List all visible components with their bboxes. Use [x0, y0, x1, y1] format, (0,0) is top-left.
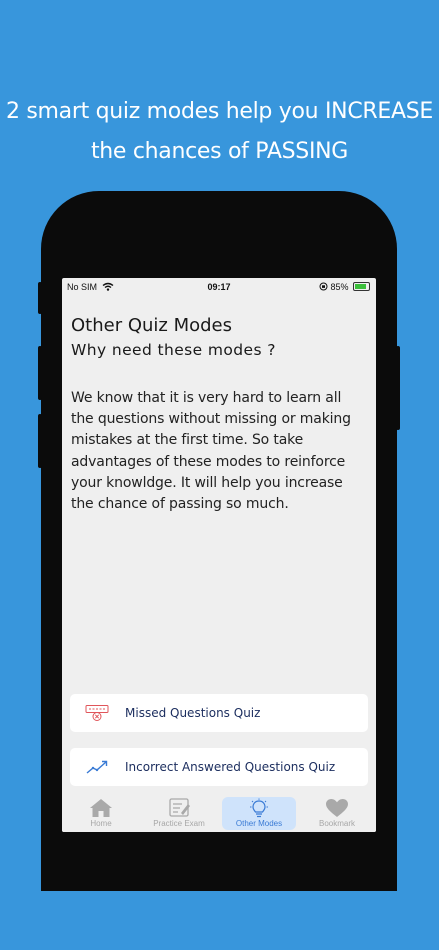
battery-icon: [353, 282, 370, 291]
tab-bookmark[interactable]: Bookmark: [300, 797, 374, 830]
page-description: We know that it is very hard to learn al…: [71, 390, 351, 513]
tab-other-modes[interactable]: Other Modes: [222, 797, 296, 830]
tab-practice-exam[interactable]: Practice Exam: [142, 797, 216, 830]
phone-side-button: [38, 414, 42, 468]
missed-questions-label: Missed Questions Quiz: [125, 706, 261, 720]
incorrect-answered-quiz-button[interactable]: Incorrect Answered Questions Quiz: [70, 748, 368, 786]
promo-line-2: the chances of PASSING: [90, 139, 349, 164]
tab-home-label: Home: [90, 819, 112, 828]
missed-questions-quiz-button[interactable]: Missed Questions Quiz: [70, 694, 368, 732]
promo-line-1: 2 smart quiz modes help you INCREASE: [5, 99, 433, 124]
incorrect-answers-label: Incorrect Answered Questions Quiz: [125, 760, 336, 774]
lightbulb-icon: [250, 798, 268, 818]
app-screen: No SIM 09:17 85% Other Quiz Modes Why ne…: [62, 278, 376, 832]
phone-side-button: [38, 346, 42, 400]
tab-other-modes-label: Other Modes: [235, 819, 283, 828]
battery-group: 85%: [319, 282, 370, 292]
incorrect-answers-icon: [86, 760, 108, 774]
phone-side-button: [38, 282, 42, 314]
status-bar: No SIM 09:17 85%: [62, 278, 376, 296]
practice-exam-icon: [169, 798, 190, 817]
tab-bookmark-label: Bookmark: [318, 819, 355, 828]
missed-questions-icon: [85, 705, 109, 721]
promo-headline: 2 smart quiz modes help you INCREASE the…: [0, 92, 439, 172]
orientation-lock-icon: [319, 282, 328, 291]
tab-practice-exam-label: Practice Exam: [153, 819, 205, 828]
battery-percent: 85%: [330, 282, 349, 292]
page-title: Other Quiz Modes: [71, 315, 232, 336]
heart-icon: [326, 799, 348, 817]
page-subtitle: Why need these modes ?: [71, 341, 276, 359]
tab-bar: Home Practice Exam Other Modes Bookmark: [62, 794, 376, 832]
tab-home[interactable]: Home: [64, 797, 138, 830]
home-icon: [90, 799, 112, 817]
phone-power-button: [396, 346, 400, 430]
